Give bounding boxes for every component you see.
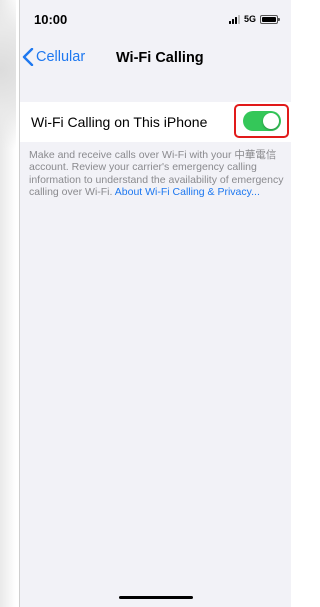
about-wifi-calling-link[interactable]: About Wi-Fi Calling & Privacy... [115, 186, 260, 198]
wifi-calling-toggle[interactable] [243, 111, 281, 131]
wifi-calling-label: Wi-Fi Calling on This iPhone [31, 114, 208, 130]
page-title: Wi-Fi Calling [116, 50, 204, 66]
phone-screen: 10:00 5G Cellular Wi-Fi Calling Wi-Fi Ca… [19, 0, 291, 607]
toggle-knob [263, 113, 279, 129]
signal-icon [228, 14, 240, 24]
navigation-bar: Cellular Wi-Fi Calling [20, 42, 291, 74]
home-indicator [119, 596, 193, 599]
status-bar: 10:00 5G [20, 0, 291, 38]
highlight-box [234, 104, 289, 138]
wifi-calling-description: Make and receive calls over Wi-Fi with y… [29, 149, 286, 198]
left-shadow [0, 0, 16, 607]
wifi-calling-setting-row: Wi-Fi Calling on This iPhone [20, 102, 291, 142]
network-type: 5G [243, 14, 256, 24]
status-indicators: 5G [228, 14, 280, 24]
battery-icon [260, 14, 280, 24]
back-button-label: Cellular [36, 49, 86, 65]
back-button[interactable]: Cellular [22, 48, 85, 66]
status-time: 10:00 [34, 12, 68, 27]
chevron-left-icon [22, 48, 34, 66]
